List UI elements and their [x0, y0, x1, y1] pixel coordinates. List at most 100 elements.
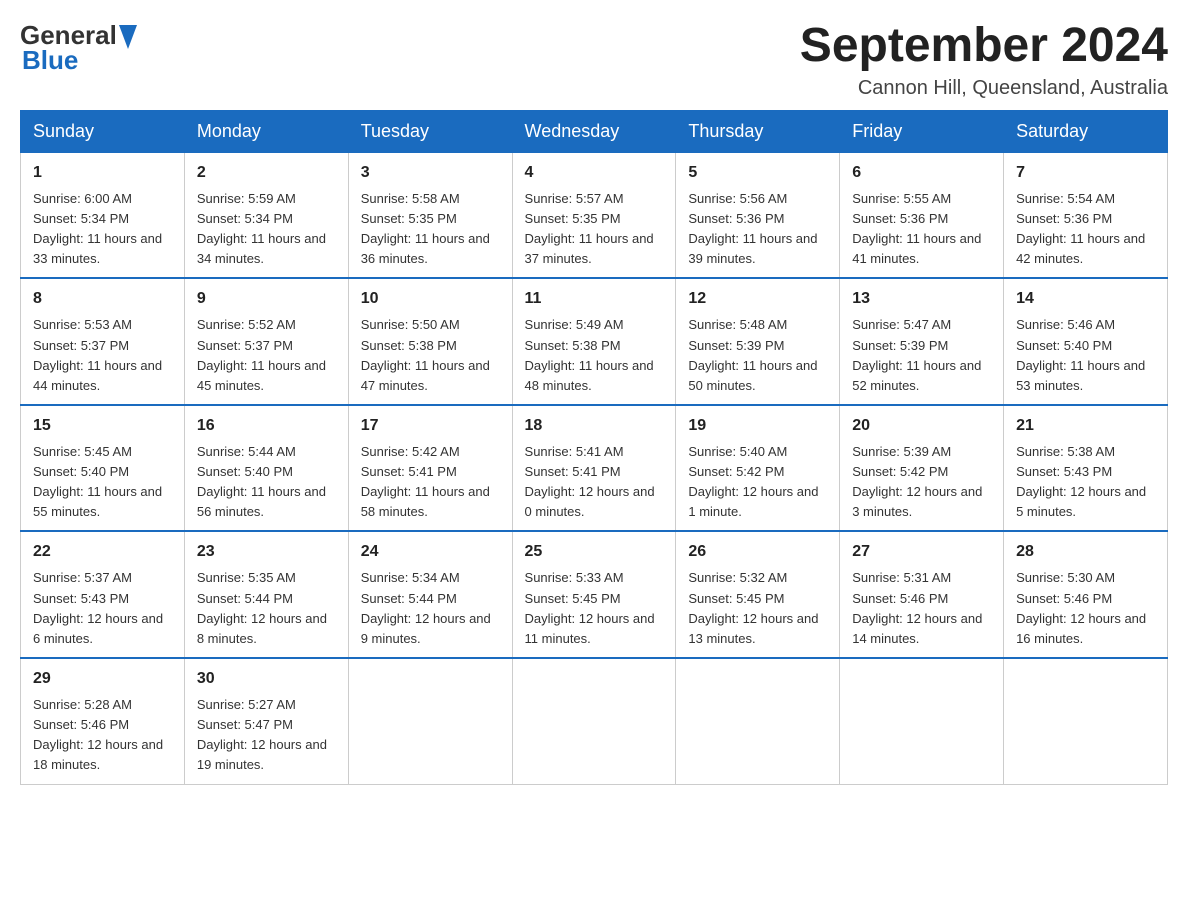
table-row: 19 Sunrise: 5:40 AMSunset: 5:42 PMDayligh…: [676, 405, 840, 532]
week-row-1: 1 Sunrise: 6:00 AMSunset: 5:34 PMDaylight…: [21, 152, 1168, 278]
table-row: 30Sunrise: 5:27 AMSunset: 5:47 PMDayligh…: [184, 658, 348, 784]
day-info: Sunrise: 5:56 AMSunset: 5:36 PMDaylight:…: [688, 189, 827, 270]
table-row: 5 Sunrise: 5:56 AMSunset: 5:36 PMDaylight…: [676, 152, 840, 278]
day-info: Sunrise: 5:38 AMSunset: 5:43 PMDaylight:…: [1016, 442, 1155, 523]
table-row: 29 Sunrise: 5:28 AMSunset: 5:46 PMDayligh…: [21, 658, 185, 784]
header-sunday: Sunday: [21, 110, 185, 152]
day-number: 5: [688, 161, 827, 185]
day-info: Sunrise: 5:28 AMSunset: 5:46 PMDaylight:…: [33, 695, 172, 776]
day-info: Sunrise: 5:42 AMSunset: 5:41 PMDaylight:…: [361, 442, 500, 523]
day-number: 19: [688, 414, 827, 438]
table-row: [1004, 658, 1168, 784]
day-info: Sunrise: 5:35 AMSunset: 5:44 PMDaylight:…: [197, 568, 336, 649]
day-number: 13: [852, 287, 991, 311]
title-area: September 2024 Cannon Hill, Queensland, …: [800, 20, 1168, 100]
day-number: 6: [852, 161, 991, 185]
day-number: 23: [197, 540, 336, 564]
table-row: [676, 658, 840, 784]
day-info: Sunrise: 5:40 AMSunset: 5:42 PMDaylight:…: [688, 442, 827, 523]
table-row: 9 Sunrise: 5:52 AMSunset: 5:37 PMDaylight…: [184, 278, 348, 405]
table-row: 28 Sunrise: 5:30 AMSunset: 5:46 PMDayligh…: [1004, 531, 1168, 658]
table-row: 20Sunrise: 5:39 AMSunset: 5:42 PMDayligh…: [840, 405, 1004, 532]
day-info: Sunrise: 6:00 AMSunset: 5:34 PMDaylight:…: [33, 189, 172, 270]
day-info: Sunrise: 5:52 AMSunset: 5:37 PMDaylight:…: [197, 315, 336, 396]
table-row: 16 Sunrise: 5:44 AMSunset: 5:40 PMDayligh…: [184, 405, 348, 532]
day-info: Sunrise: 5:44 AMSunset: 5:40 PMDaylight:…: [197, 442, 336, 523]
logo-blue-text: Blue: [20, 45, 78, 76]
table-row: 11Sunrise: 5:49 AMSunset: 5:38 PMDayligh…: [512, 278, 676, 405]
day-info: Sunrise: 5:50 AMSunset: 5:38 PMDaylight:…: [361, 315, 500, 396]
day-number: 18: [525, 414, 664, 438]
day-number: 9: [197, 287, 336, 311]
table-row: 14 Sunrise: 5:46 AMSunset: 5:40 PMDayligh…: [1004, 278, 1168, 405]
week-row-2: 8 Sunrise: 5:53 AMSunset: 5:37 PMDaylight…: [21, 278, 1168, 405]
table-row: [348, 658, 512, 784]
header-tuesday: Tuesday: [348, 110, 512, 152]
day-number: 27: [852, 540, 991, 564]
day-info: Sunrise: 5:31 AMSunset: 5:46 PMDaylight:…: [852, 568, 991, 649]
header-friday: Friday: [840, 110, 1004, 152]
table-row: 13 Sunrise: 5:47 AMSunset: 5:39 PMDayligh…: [840, 278, 1004, 405]
table-row: 23 Sunrise: 5:35 AMSunset: 5:44 PMDayligh…: [184, 531, 348, 658]
table-row: 21 Sunrise: 5:38 AMSunset: 5:43 PMDayligh…: [1004, 405, 1168, 532]
day-info: Sunrise: 5:47 AMSunset: 5:39 PMDaylight:…: [852, 315, 991, 396]
day-number: 24: [361, 540, 500, 564]
table-row: 12 Sunrise: 5:48 AMSunset: 5:39 PMDayligh…: [676, 278, 840, 405]
day-info: Sunrise: 5:59 AMSunset: 5:34 PMDaylight:…: [197, 189, 336, 270]
day-info: Sunrise: 5:48 AMSunset: 5:39 PMDaylight:…: [688, 315, 827, 396]
day-info: Sunrise: 5:37 AMSunset: 5:43 PMDaylight:…: [33, 568, 172, 649]
day-info: Sunrise: 5:55 AMSunset: 5:36 PMDaylight:…: [852, 189, 991, 270]
day-info: Sunrise: 5:39 AMSunset: 5:42 PMDaylight:…: [852, 442, 991, 523]
day-number: 21: [1016, 414, 1155, 438]
week-row-3: 15 Sunrise: 5:45 AMSunset: 5:40 PMDayligh…: [21, 405, 1168, 532]
day-number: 26: [688, 540, 827, 564]
day-number: 29: [33, 667, 172, 691]
day-number: 28: [1016, 540, 1155, 564]
day-info: Sunrise: 5:34 AMSunset: 5:44 PMDaylight:…: [361, 568, 500, 649]
day-number: 25: [525, 540, 664, 564]
month-title: September 2024: [800, 20, 1168, 73]
days-header-row: Sunday Monday Tuesday Wednesday Thursday…: [21, 110, 1168, 152]
day-info: Sunrise: 5:32 AMSunset: 5:45 PMDaylight:…: [688, 568, 827, 649]
day-info: Sunrise: 5:45 AMSunset: 5:40 PMDaylight:…: [33, 442, 172, 523]
week-row-4: 22 Sunrise: 5:37 AMSunset: 5:43 PMDayligh…: [21, 531, 1168, 658]
day-info: Sunrise: 5:33 AMSunset: 5:45 PMDaylight:…: [525, 568, 664, 649]
table-row: 27 Sunrise: 5:31 AMSunset: 5:46 PMDayligh…: [840, 531, 1004, 658]
week-row-5: 29 Sunrise: 5:28 AMSunset: 5:46 PMDayligh…: [21, 658, 1168, 784]
table-row: [840, 658, 1004, 784]
table-row: 3Sunrise: 5:58 AMSunset: 5:35 PMDaylight…: [348, 152, 512, 278]
table-row: [512, 658, 676, 784]
table-row: 22 Sunrise: 5:37 AMSunset: 5:43 PMDayligh…: [21, 531, 185, 658]
day-number: 8: [33, 287, 172, 311]
day-number: 7: [1016, 161, 1155, 185]
table-row: 7Sunrise: 5:54 AMSunset: 5:36 PMDaylight…: [1004, 152, 1168, 278]
table-row: 15 Sunrise: 5:45 AMSunset: 5:40 PMDayligh…: [21, 405, 185, 532]
day-number: 14: [1016, 287, 1155, 311]
table-row: 8 Sunrise: 5:53 AMSunset: 5:37 PMDaylight…: [21, 278, 185, 405]
day-number: 30: [197, 667, 336, 691]
day-info: Sunrise: 5:46 AMSunset: 5:40 PMDaylight:…: [1016, 315, 1155, 396]
day-info: Sunrise: 5:49 AMSunset: 5:38 PMDaylight:…: [525, 315, 664, 396]
table-row: 26 Sunrise: 5:32 AMSunset: 5:45 PMDayligh…: [676, 531, 840, 658]
day-number: 15: [33, 414, 172, 438]
table-row: 17 Sunrise: 5:42 AMSunset: 5:41 PMDayligh…: [348, 405, 512, 532]
table-row: 6 Sunrise: 5:55 AMSunset: 5:36 PMDaylight…: [840, 152, 1004, 278]
day-number: 1: [33, 161, 172, 185]
day-info: Sunrise: 5:53 AMSunset: 5:37 PMDaylight:…: [33, 315, 172, 396]
header-wednesday: Wednesday: [512, 110, 676, 152]
day-info: Sunrise: 5:30 AMSunset: 5:46 PMDaylight:…: [1016, 568, 1155, 649]
day-number: 12: [688, 287, 827, 311]
table-row: 10Sunrise: 5:50 AMSunset: 5:38 PMDayligh…: [348, 278, 512, 405]
logo-triangle-icon: [119, 25, 137, 49]
calendar-table: Sunday Monday Tuesday Wednesday Thursday…: [20, 110, 1168, 785]
day-info: Sunrise: 5:41 AMSunset: 5:41 PMDaylight:…: [525, 442, 664, 523]
header-saturday: Saturday: [1004, 110, 1168, 152]
day-info: Sunrise: 5:58 AMSunset: 5:35 PMDaylight:…: [361, 189, 500, 270]
day-number: 16: [197, 414, 336, 438]
table-row: 25 Sunrise: 5:33 AMSunset: 5:45 PMDayligh…: [512, 531, 676, 658]
day-number: 17: [361, 414, 500, 438]
day-number: 22: [33, 540, 172, 564]
day-number: 4: [525, 161, 664, 185]
table-row: 4Sunrise: 5:57 AMSunset: 5:35 PMDaylight…: [512, 152, 676, 278]
location-title: Cannon Hill, Queensland, Australia: [800, 77, 1168, 100]
